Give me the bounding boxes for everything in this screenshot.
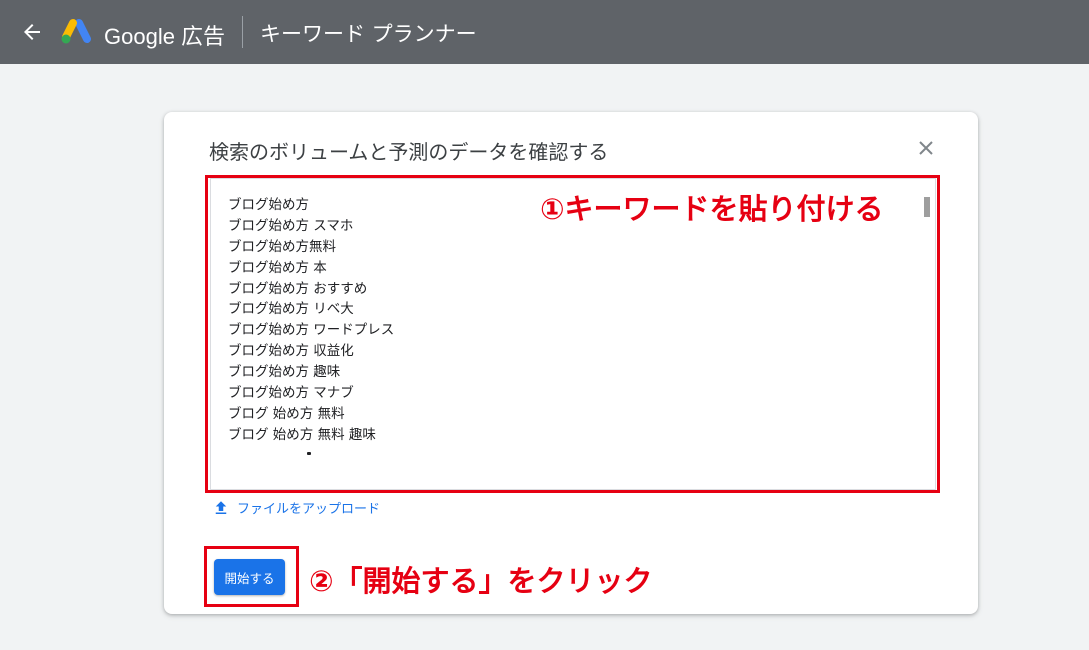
step1-annotation: ①キーワードを貼り付ける: [540, 192, 884, 226]
google-ads-logo-icon: [61, 19, 91, 44]
upload-file-link[interactable]: ファイルをアップロード: [212, 498, 380, 517]
dialog-title: 検索のボリュームと予測のデータを確認する: [209, 140, 609, 164]
arrow-left-icon[interactable]: [20, 20, 44, 44]
start-button-highlight: [204, 546, 299, 607]
close-icon[interactable]: [914, 136, 938, 160]
step2-annotation: ②「開始する」をクリック: [309, 564, 653, 598]
header-divider: [242, 16, 243, 48]
tool-title: キーワード プランナー: [260, 22, 477, 46]
upload-label: ファイルをアップロード: [237, 502, 381, 517]
upload-icon: [215, 500, 227, 514]
brand-name: Google 広告: [104, 24, 226, 49]
top-app-bar: Google 広告 キーワード プランナー: [0, 0, 1089, 64]
